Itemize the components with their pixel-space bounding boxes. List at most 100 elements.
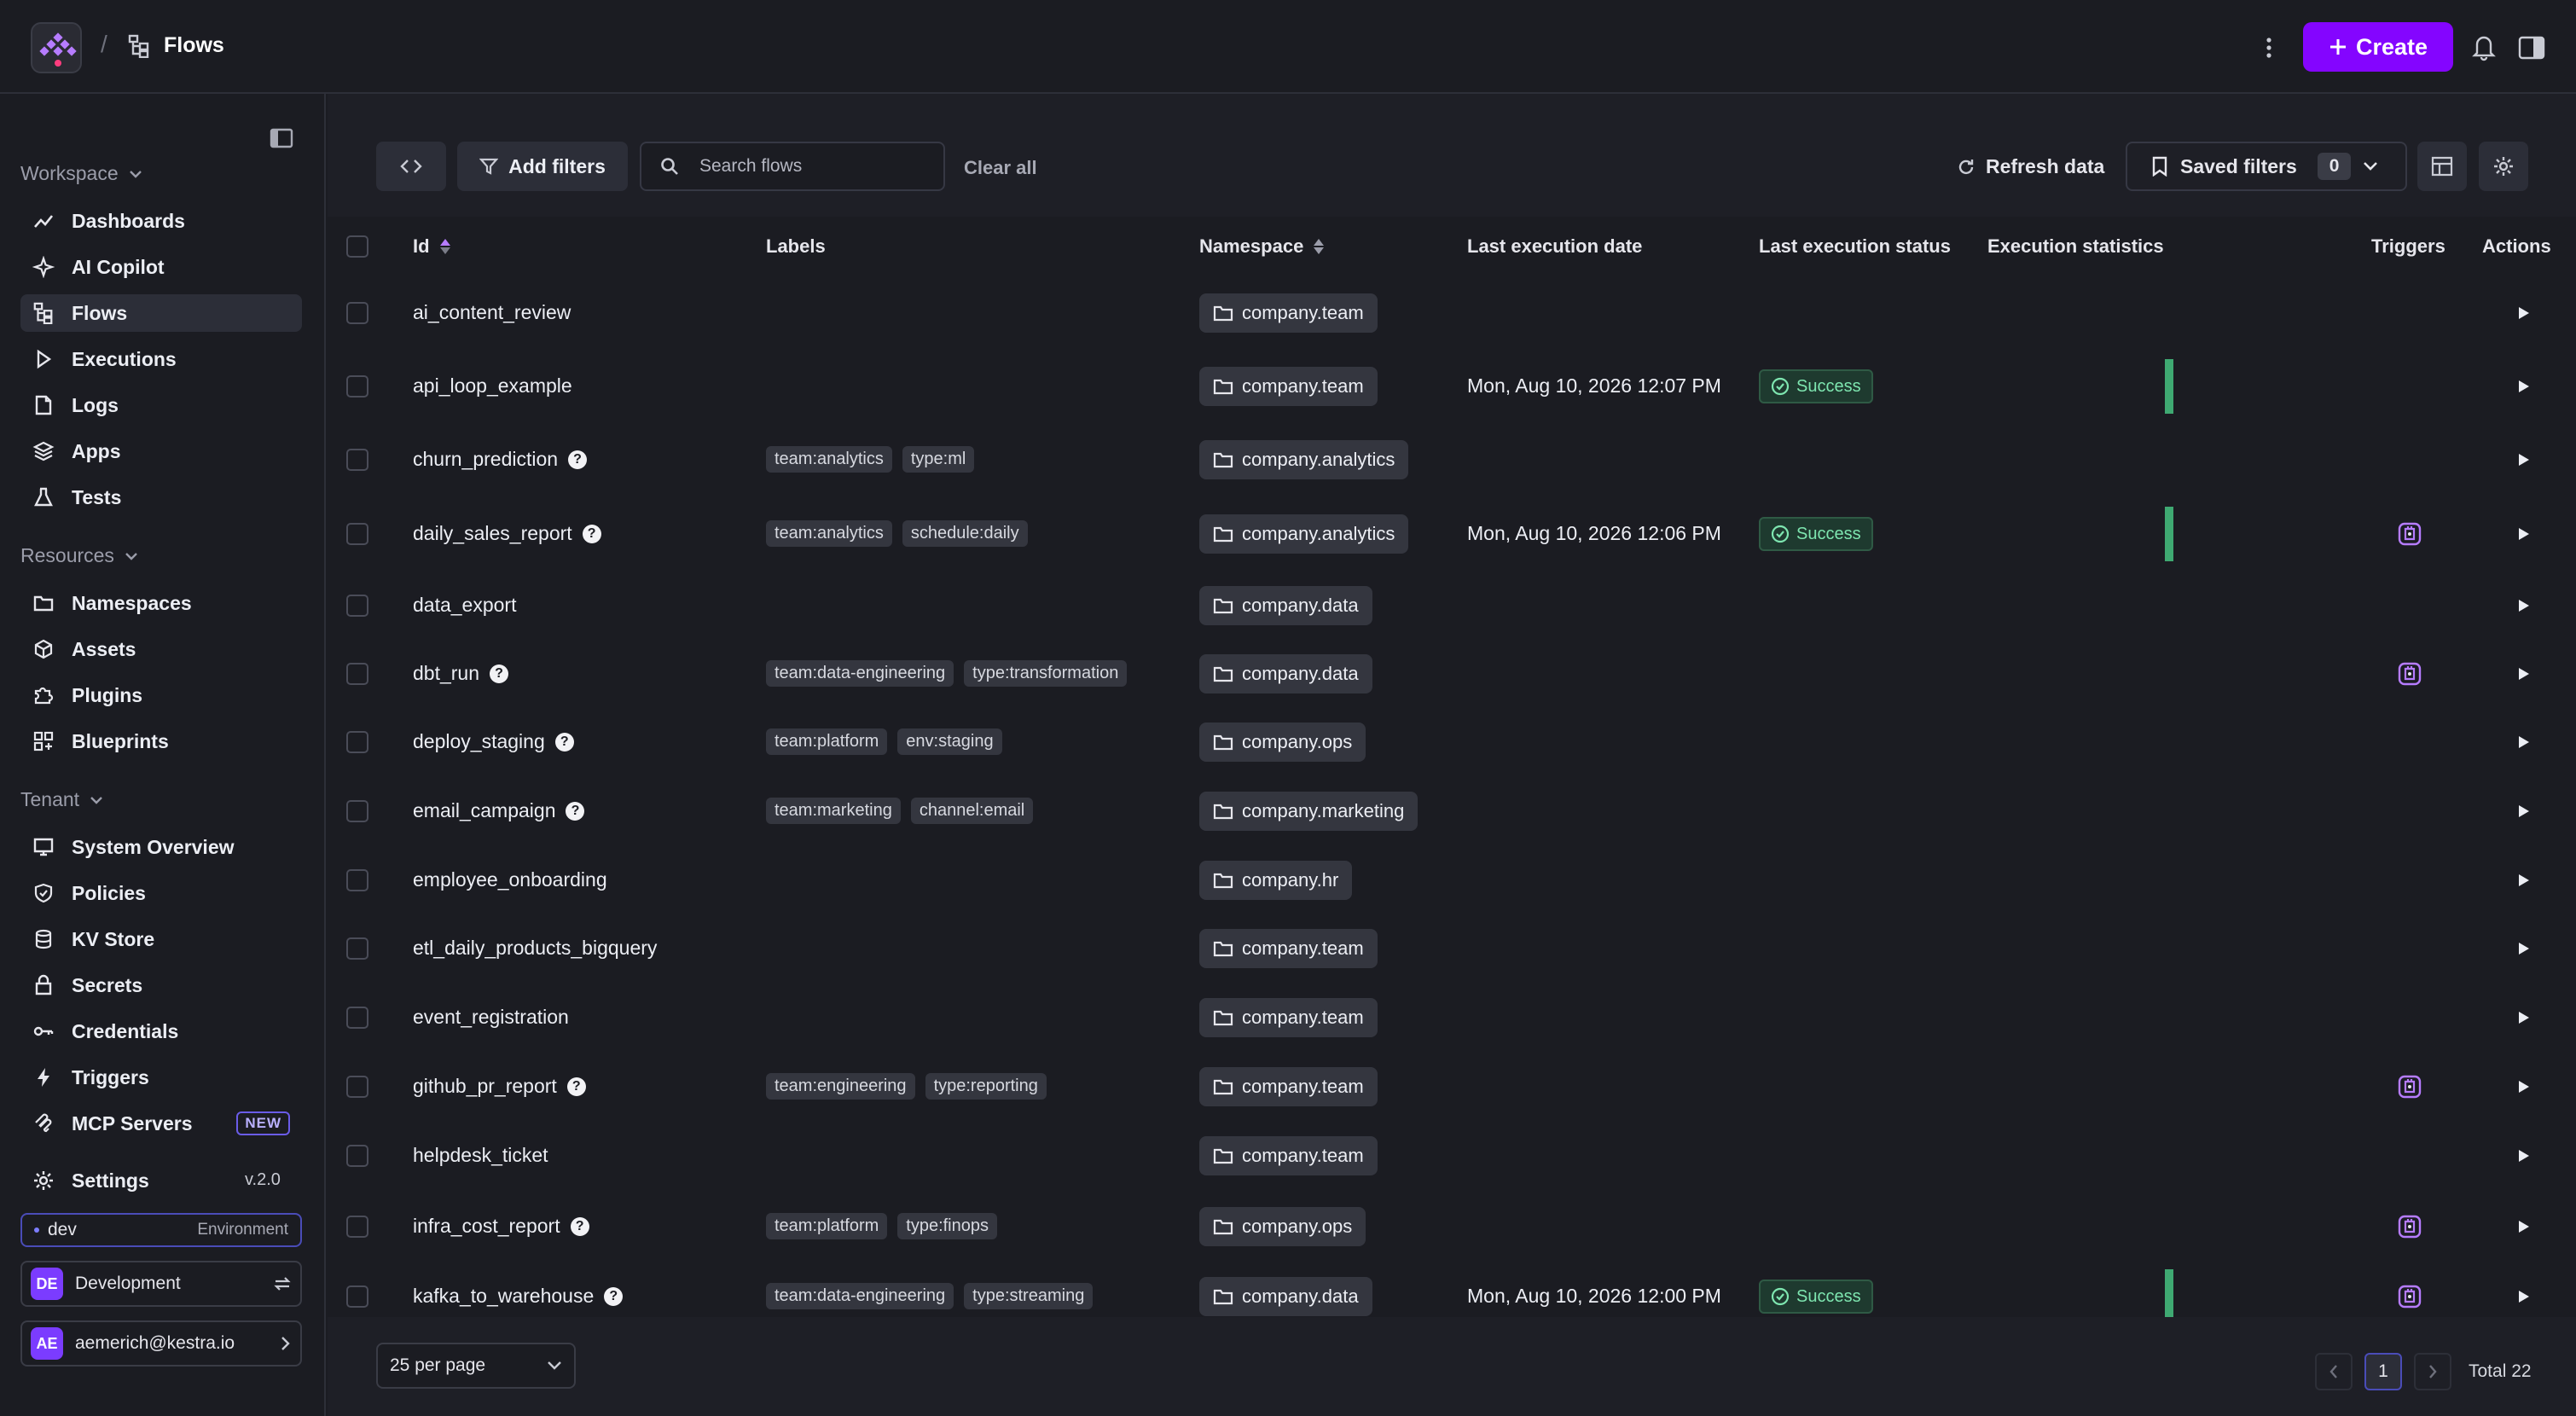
label-chip[interactable]: team:platform	[766, 728, 888, 755]
sidebar-item-logs[interactable]: Logs	[20, 386, 302, 424]
execution-stat-bar[interactable]	[2165, 359, 2173, 414]
sidebar-item-secrets[interactable]: Secrets	[20, 966, 302, 1004]
label-chip[interactable]: env:staging	[897, 728, 1002, 755]
schedule-trigger-icon[interactable]	[2397, 521, 2422, 547]
namespace-chip[interactable]: company.analytics	[1199, 514, 1409, 554]
namespace-chip[interactable]: company.ops	[1199, 723, 1366, 762]
label-chip[interactable]: team:engineering	[766, 1073, 915, 1100]
environment-selector[interactable]: dev Environment	[20, 1213, 302, 1247]
flow-id-link[interactable]: churn_prediction?	[413, 448, 588, 471]
clear-all-button[interactable]: Clear all	[964, 157, 1037, 179]
table-row[interactable]: churn_prediction? team:analytics type:ml c…	[328, 423, 2576, 496]
table-row[interactable]: helpdesk_ticket company.team	[328, 1121, 2576, 1191]
help-icon[interactable]: ?	[554, 732, 574, 752]
flow-id-link[interactable]: github_pr_report?	[413, 1075, 586, 1098]
execute-play-icon[interactable]	[2515, 1147, 2532, 1164]
sidebar-item-system-overview[interactable]: System Overview	[20, 828, 302, 866]
execute-play-icon[interactable]	[2515, 665, 2532, 682]
namespace-chip[interactable]: company.ops	[1199, 1207, 1366, 1246]
help-icon[interactable]: ?	[582, 524, 601, 543]
execute-play-icon[interactable]	[2515, 872, 2532, 889]
execution-stat-bar[interactable]	[2165, 507, 2173, 561]
label-chip[interactable]: team:analytics	[766, 520, 892, 547]
execute-play-icon[interactable]	[2515, 940, 2532, 957]
namespace-chip[interactable]: company.marketing	[1199, 792, 1419, 831]
refresh-data-button[interactable]: Refresh data	[1957, 155, 2104, 178]
prev-page-button[interactable]	[2315, 1353, 2353, 1390]
status-badge[interactable]: Success	[1759, 517, 1873, 551]
flow-id-link[interactable]: daily_sales_report?	[413, 522, 601, 545]
sidebar-item-settings[interactable]: Settings	[20, 1162, 234, 1199]
label-chip[interactable]: type:ml	[902, 446, 975, 473]
table-row[interactable]: daily_sales_report? team:analytics schedul…	[328, 496, 2576, 572]
execute-play-icon[interactable]	[2515, 1218, 2532, 1235]
table-row[interactable]: deploy_staging? team:platform env:staging …	[328, 708, 2576, 776]
schedule-trigger-icon[interactable]	[2397, 1284, 2422, 1309]
saved-filters-button[interactable]: Saved filters 0	[2126, 142, 2407, 191]
label-chip[interactable]: team:analytics	[766, 446, 892, 473]
flow-id-link[interactable]: kafka_to_warehouse?	[413, 1285, 624, 1308]
help-icon[interactable]: ?	[566, 801, 585, 821]
flow-id-link[interactable]: data_export	[413, 594, 516, 617]
namespace-chip[interactable]: company.analytics	[1199, 440, 1409, 479]
table-row[interactable]: email_campaign? team:marketing channel:ema…	[328, 776, 2576, 846]
sidebar-item-triggers[interactable]: Triggers	[20, 1059, 302, 1096]
row-checkbox[interactable]	[346, 937, 368, 960]
sidebar-item-blueprints[interactable]: Blueprints	[20, 723, 302, 760]
row-checkbox[interactable]	[346, 449, 368, 471]
table-row[interactable]: ai_content_review company.team	[328, 276, 2576, 350]
sidebar-item-namespaces[interactable]: Namespaces	[20, 584, 302, 622]
status-badge[interactable]: Success	[1759, 369, 1873, 403]
section-tenant[interactable]: Tenant	[20, 788, 103, 811]
help-icon[interactable]: ?	[490, 664, 509, 683]
row-checkbox[interactable]	[346, 1145, 368, 1167]
label-chip[interactable]: team:platform	[766, 1213, 888, 1239]
sidebar-item-apps[interactable]: Apps	[20, 432, 302, 470]
row-checkbox[interactable]	[346, 1216, 368, 1238]
table-row[interactable]: employee_onboarding company.hr	[328, 846, 2576, 914]
namespace-chip[interactable]: company.data	[1199, 586, 1372, 625]
flow-id-link[interactable]: deploy_staging?	[413, 730, 574, 753]
table-row[interactable]: github_pr_report? team:engineering type:re…	[328, 1053, 2576, 1121]
help-icon[interactable]: ?	[566, 1077, 586, 1096]
side-panel-icon[interactable]	[2518, 36, 2545, 60]
namespace-chip[interactable]: company.hr	[1199, 861, 1353, 900]
table-row[interactable]: kafka_to_warehouse? team:data-engineering…	[328, 1262, 2576, 1317]
schedule-trigger-icon[interactable]	[2397, 1074, 2422, 1100]
execute-play-icon[interactable]	[2515, 451, 2532, 468]
execute-play-icon[interactable]	[2515, 525, 2532, 543]
tenant-switcher[interactable]: DE Development	[20, 1261, 302, 1307]
collapse-sidebar-icon[interactable]	[270, 128, 293, 148]
next-page-button[interactable]	[2414, 1353, 2451, 1390]
flow-id-link[interactable]: infra_cost_report?	[413, 1215, 589, 1238]
table-row[interactable]: infra_cost_report? team:platform type:fino…	[328, 1191, 2576, 1262]
section-workspace[interactable]: Workspace	[20, 162, 142, 185]
sidebar-item-kv-store[interactable]: KV Store	[20, 920, 302, 958]
flow-id-link[interactable]: ai_content_review	[413, 301, 571, 324]
column-settings-button[interactable]	[2479, 142, 2528, 191]
sidebar-item-dashboards[interactable]: Dashboards	[20, 202, 302, 240]
sidebar-item-policies[interactable]: Policies	[20, 874, 302, 912]
namespace-chip[interactable]: company.team	[1199, 293, 1378, 333]
label-chip[interactable]: type:finops	[897, 1213, 997, 1239]
flow-id-link[interactable]: helpdesk_ticket	[413, 1144, 548, 1167]
flow-id-link[interactable]: event_registration	[413, 1006, 569, 1029]
column-header-id[interactable]: Id	[413, 235, 452, 258]
sidebar-item-assets[interactable]: Assets	[20, 630, 302, 668]
label-chip[interactable]: team:marketing	[766, 798, 901, 824]
label-chip[interactable]: channel:email	[910, 798, 1034, 824]
namespace-chip[interactable]: company.team	[1199, 1136, 1378, 1175]
search-input[interactable]: Search flows	[640, 142, 945, 191]
row-checkbox[interactable]	[346, 302, 368, 324]
table-row[interactable]: dbt_run? team:data-engineering type:transf…	[328, 640, 2576, 708]
table-row[interactable]: etl_daily_products_bigquery company.team	[328, 914, 2576, 983]
row-checkbox[interactable]	[346, 1007, 368, 1029]
label-chip[interactable]: team:data-engineering	[766, 1283, 954, 1309]
row-checkbox[interactable]	[346, 523, 368, 545]
page-button[interactable]: 1	[2364, 1353, 2402, 1390]
row-checkbox[interactable]	[346, 375, 368, 398]
label-chip[interactable]: team:data-engineering	[766, 660, 954, 687]
execute-play-icon[interactable]	[2515, 378, 2532, 395]
label-chip[interactable]: type:reporting	[925, 1073, 1047, 1100]
add-filters-button[interactable]: Add filters	[457, 142, 628, 191]
